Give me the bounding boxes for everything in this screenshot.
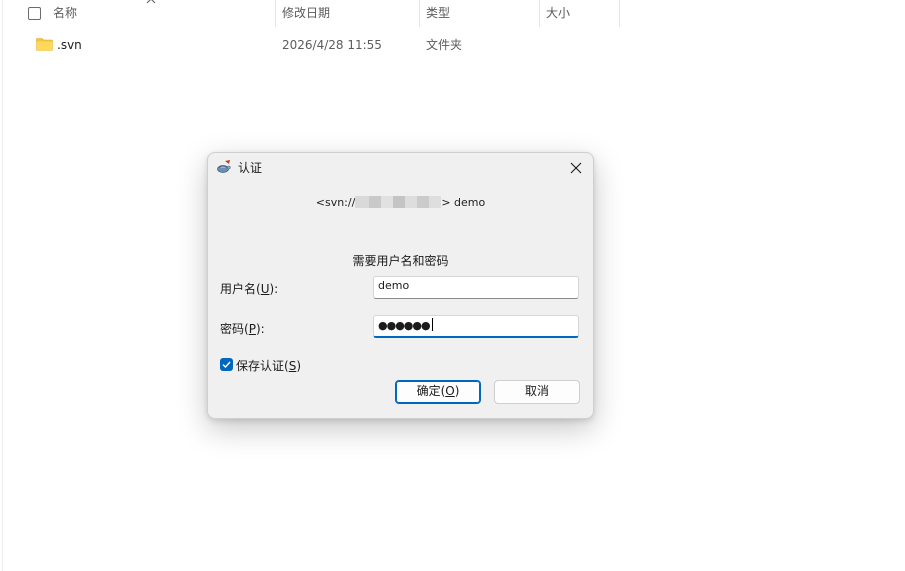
password-label: 密码(P): (220, 322, 265, 336)
sort-ascending-icon (146, 0, 156, 4)
dialog-title: 认证 (238, 161, 263, 175)
window-edge (2, 0, 3, 571)
file-date: 2026/4/28 11:55 (282, 38, 382, 52)
column-name[interactable]: 名称 (53, 0, 77, 27)
password-mask: ●●●●●● (378, 319, 431, 332)
column-date-modified[interactable]: 修改日期 (282, 0, 330, 27)
username-input[interactable]: demo (373, 276, 579, 299)
file-row[interactable]: .svn 2026/4/28 11:55 文件夹 (0, 33, 620, 57)
text-caret (431, 318, 433, 331)
file-type: 文件夹 (426, 38, 463, 52)
column-divider[interactable] (619, 0, 620, 27)
password-input[interactable]: ●●●●●● (373, 315, 579, 338)
dialog-titlebar[interactable]: 认证 (208, 153, 593, 182)
redacted-host (355, 196, 442, 208)
ok-button[interactable]: 确定(O) (395, 380, 481, 404)
save-auth-label[interactable]: 保存认证(S) (236, 357, 301, 374)
column-type[interactable]: 类型 (426, 0, 450, 27)
close-icon[interactable] (565, 157, 587, 179)
save-auth-checkbox[interactable] (220, 358, 233, 371)
column-divider[interactable] (539, 0, 540, 27)
select-all-checkbox[interactable] (28, 7, 41, 20)
username-value: demo (378, 279, 410, 292)
realm-text: <svn:// > demo (208, 196, 593, 209)
file-name: .svn (57, 38, 82, 52)
realm-suffix: > demo (441, 196, 486, 209)
cancel-button[interactable]: 取消 (494, 380, 580, 404)
realm-prefix: <svn:// (315, 196, 356, 209)
checkmark-icon (222, 361, 231, 369)
tortoisesvn-icon (217, 160, 231, 173)
auth-prompt: 需要用户名和密码 (352, 254, 449, 268)
column-size[interactable]: 大小 (546, 0, 570, 27)
folder-icon (36, 38, 53, 51)
column-divider[interactable] (419, 0, 420, 27)
auth-dialog: 认证 <svn:// > demo 需要用户名和密码 用户名(U): demo 密… (207, 152, 594, 419)
column-header: 名称 修改日期 类型 大小 (0, 0, 620, 27)
username-label: 用户名(U): (220, 282, 279, 296)
column-divider[interactable] (275, 0, 276, 27)
